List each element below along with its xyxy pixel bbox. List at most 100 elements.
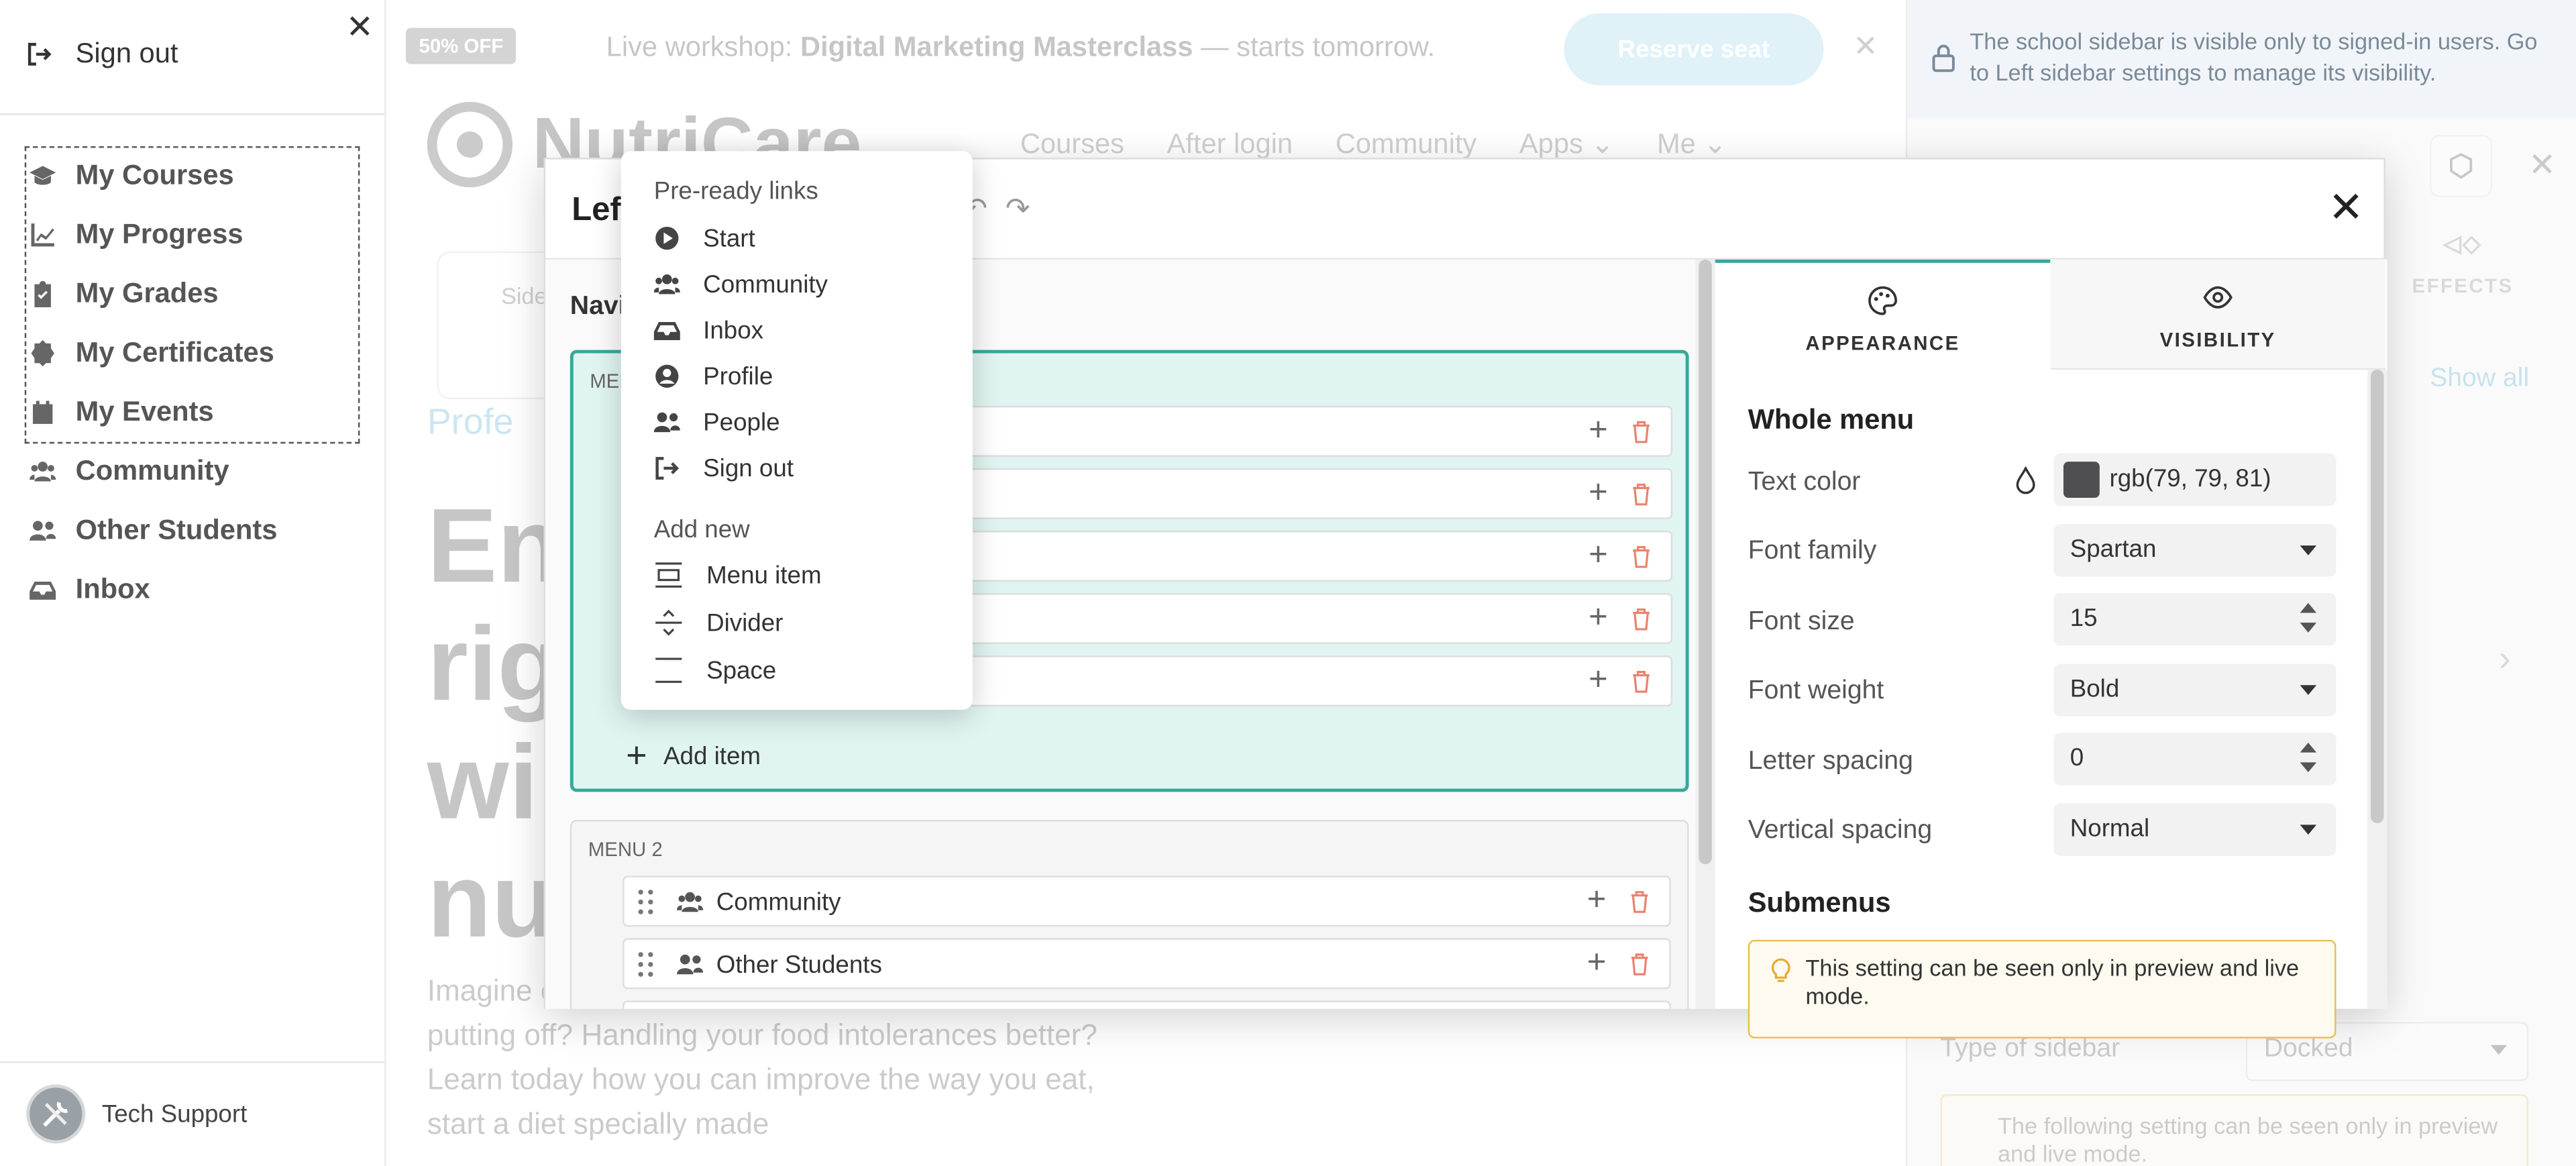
trash-icon[interactable]	[1631, 483, 1651, 506]
sidebar-item-other-students[interactable]: Other Students	[30, 511, 277, 551]
trash-icon[interactable]	[1631, 670, 1651, 693]
tab-effects[interactable]: ◁◇ EFFECTS	[2397, 230, 2528, 297]
avatar	[26, 1084, 86, 1144]
sidebar-item-inbox[interactable]: Inbox	[30, 570, 150, 610]
palette-icon	[1868, 286, 1897, 315]
divider-icon	[655, 609, 682, 636]
hero-line: En	[427, 486, 562, 605]
trash-icon[interactable]	[1629, 890, 1649, 913]
tip-text: The following setting can be seen only i…	[1997, 1112, 2498, 1166]
color-drop-icon[interactable]	[2014, 466, 2037, 496]
add-item-button[interactable]: + Add item	[626, 735, 761, 778]
popup-item-people[interactable]: People	[653, 404, 780, 440]
sidebar-item-my-certificates[interactable]: My Certificates	[30, 333, 274, 373]
color-swatch	[2063, 462, 2100, 498]
nav-after-login[interactable]: After login	[1167, 128, 1293, 161]
tip-text: This setting can be seen only in preview…	[1805, 954, 2300, 1009]
letter-spacing-stepper[interactable]: 0	[2053, 733, 2337, 786]
popup-item-profile[interactable]: Profile	[654, 358, 773, 394]
nav-apps[interactable]: Apps ⌄	[1519, 128, 1614, 161]
trash-icon[interactable]	[1631, 421, 1651, 443]
sidebar-item-my-progress[interactable]: My Progress	[30, 215, 244, 255]
tab-visibility[interactable]: VISIBILITY	[2050, 259, 2385, 370]
vertical-spacing-select[interactable]: Normal	[2053, 803, 2337, 856]
tech-support[interactable]: Tech Support	[26, 1084, 247, 1144]
modal-close-icon[interactable]: ✕	[2326, 186, 2366, 229]
sidebar-sign-out[interactable]: Sign out	[26, 30, 178, 78]
add-subitem-icon[interactable]: +	[1589, 537, 1608, 575]
popup-item-start[interactable]: Start	[654, 220, 755, 256]
trash-icon[interactable]	[1631, 608, 1651, 631]
add-subitem-icon[interactable]: +	[1589, 600, 1608, 637]
popup-item-menu-item[interactable]: Menu item	[654, 557, 822, 593]
nav-community[interactable]: Community	[1336, 128, 1477, 161]
font-weight-select[interactable]: Bold	[2053, 664, 2337, 717]
add-subitem-icon[interactable]: +	[1589, 662, 1608, 700]
chevron-right-icon[interactable]: ›	[2499, 637, 2511, 680]
popup-item-inbox[interactable]: Inbox	[653, 312, 764, 348]
notice-text: The school sidebar is visible only to si…	[1970, 28, 2538, 86]
menu-item-row[interactable]: Community +	[623, 876, 1671, 927]
show-all-link[interactable]: Show all	[2430, 365, 2529, 394]
users-icon	[30, 462, 56, 482]
menu-item-row[interactable]: Other Students +	[623, 938, 1671, 990]
text-color-picker[interactable]: rgb(79, 79, 81)	[2053, 453, 2337, 507]
popup-item-divider[interactable]: Divider	[654, 604, 783, 641]
sidebar-item-my-courses[interactable]: My Courses	[30, 156, 234, 196]
preview-tip: The following setting can be seen only i…	[1940, 1094, 2529, 1166]
cube-icon	[2450, 153, 2473, 179]
calendar-icon	[32, 401, 53, 424]
letter-spacing-value: 0	[2070, 744, 2084, 773]
settings-scrollbar[interactable]	[2367, 370, 2387, 1009]
add-subitem-icon[interactable]: +	[1587, 882, 1607, 920]
trash-icon[interactable]	[1629, 953, 1649, 975]
sidebar-item-my-events[interactable]: My Events	[30, 392, 214, 432]
add-subitem-icon[interactable]: +	[1589, 413, 1608, 450]
hero-line: rig	[427, 604, 562, 723]
add-link-popup: Pre-ready links Start Community Inbox Pr…	[621, 151, 973, 710]
font-family-select[interactable]: Spartan	[2053, 524, 2337, 577]
hero-line: wi	[427, 723, 539, 841]
add-subitem-icon[interactable]: +	[1587, 945, 1607, 982]
popup-item-community[interactable]: Community	[653, 266, 828, 303]
add-subitem-icon[interactable]: +	[1589, 475, 1608, 513]
sign-out-icon	[655, 457, 680, 480]
sidebar-item-my-grades[interactable]: My Grades	[30, 274, 219, 314]
popup-item-label: Inbox	[703, 316, 764, 345]
promo-close-icon[interactable]: ✕	[1853, 30, 1878, 64]
plus-icon: +	[626, 734, 647, 776]
spinner-arrows-icon[interactable]	[2300, 602, 2317, 636]
font-size-stepper[interactable]: 15	[2053, 593, 2337, 646]
menu-item-row[interactable]	[623, 1000, 1671, 1009]
redo-icon[interactable]: ↷	[1006, 193, 1030, 227]
lightbulb-icon	[1771, 958, 1790, 982]
popup-item-space[interactable]: Space	[654, 652, 776, 688]
drag-handle-icon[interactable]	[637, 951, 653, 977]
user-friends-icon	[30, 521, 56, 541]
lock-icon	[1932, 44, 1955, 72]
settings-pane: APPEARANCE VISIBILITY Whole menu Text co…	[1715, 259, 2387, 1039]
whole-menu-heading: Whole menu	[1748, 404, 1915, 435]
drag-handle-icon[interactable]	[637, 889, 653, 915]
nav-courses[interactable]: Courses	[1020, 128, 1124, 161]
submenus-tip: This setting can be seen only in preview…	[1748, 939, 2337, 1039]
spinner-arrows-icon[interactable]	[2300, 742, 2317, 776]
menus-scrollbar[interactable]	[1695, 259, 1715, 1009]
popup-item-sign-out[interactable]: Sign out	[654, 450, 794, 486]
menu-2-label: MENU 2	[588, 837, 663, 861]
font-family-value: Spartan	[2070, 535, 2157, 564]
font-size-label: Font size	[1748, 608, 1855, 636]
trash-icon[interactable]	[1631, 545, 1651, 568]
nav-me[interactable]: Me ⌄	[1657, 128, 1727, 161]
reserve-seat-button[interactable]: Reserve seat	[1564, 13, 1824, 86]
cube-tool-button[interactable]	[2430, 134, 2493, 197]
popup-item-label: Menu item	[706, 561, 822, 589]
vertical-spacing-value: Normal	[2070, 814, 2150, 843]
panel-close-icon[interactable]: ✕	[2528, 145, 2556, 186]
sidebar-item-community[interactable]: Community	[30, 452, 229, 491]
nav-apps-label: Apps	[1519, 128, 1583, 160]
sidebar-close-icon[interactable]: ✕	[341, 10, 378, 46]
tab-appearance[interactable]: APPEARANCE	[1715, 259, 2051, 370]
caret-down-icon	[2300, 685, 2317, 695]
users-icon	[653, 274, 680, 295]
